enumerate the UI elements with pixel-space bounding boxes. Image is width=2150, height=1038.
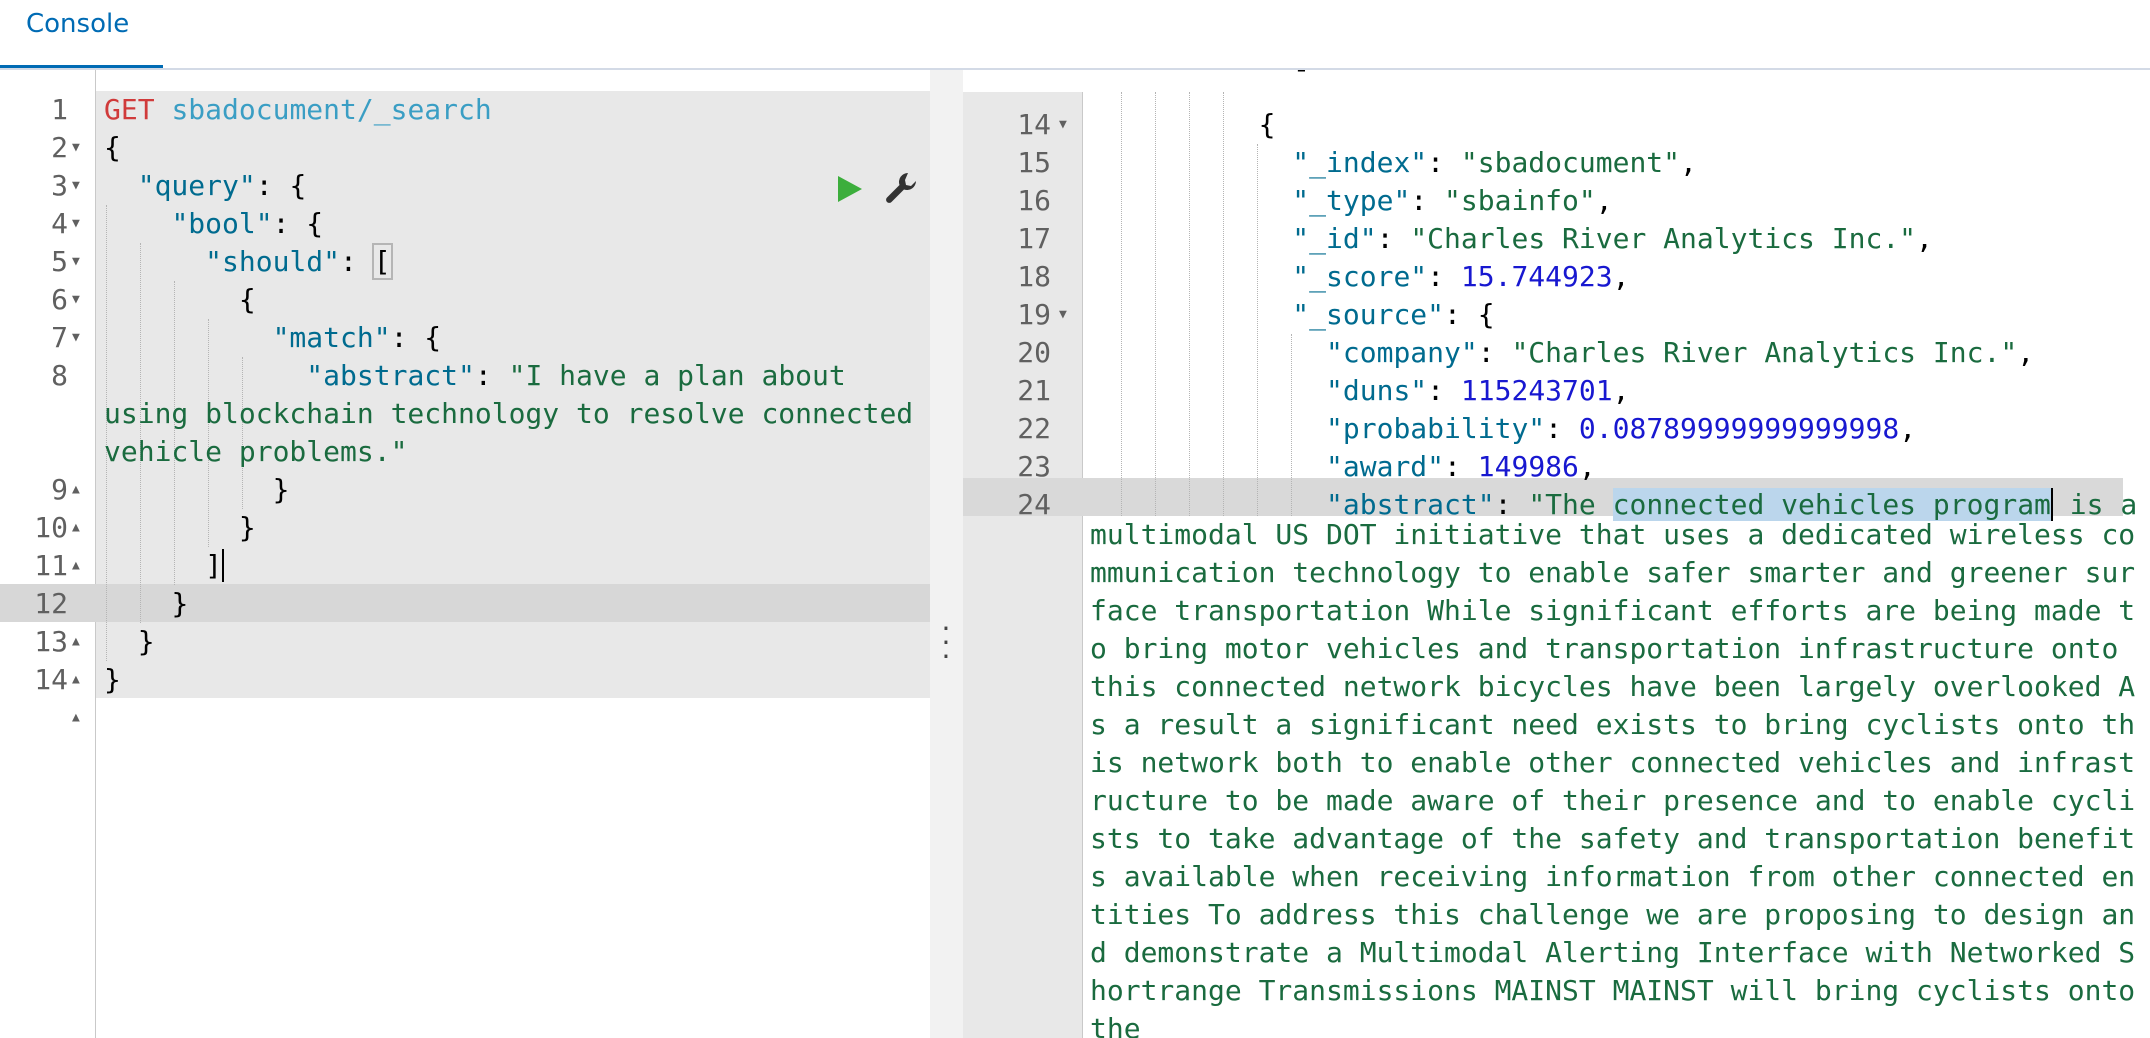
- response-line: "award": 149986,: [1326, 450, 1596, 483]
- fold-up-icon[interactable]: ▲: [72, 661, 86, 699]
- fold-down-icon[interactable]: ▼: [1059, 106, 1073, 144]
- request-editor[interactable]: 1 2 3 4 5 6 7 8 9 10 11 12 13 14 ▼ ▼ ▼ ▼…: [0, 70, 930, 1038]
- request-line-wrap: vehicle problems.": [104, 435, 408, 468]
- line-number: 9: [51, 473, 68, 506]
- line-number: 3: [51, 169, 68, 202]
- line-number: 24: [1017, 488, 1051, 521]
- request-line: {: [238, 283, 256, 316]
- request-line: }: [104, 663, 121, 696]
- line-number: 13: [34, 625, 68, 658]
- scrolled-glyph: -: [1293, 70, 1310, 88]
- response-line: "_type": "sbainfo",: [1292, 184, 1613, 217]
- line-number: 7: [51, 321, 68, 354]
- request-line: }: [238, 511, 256, 544]
- fold-down-icon[interactable]: ▼: [72, 167, 86, 205]
- line-number: 23: [1017, 450, 1051, 483]
- response-line: {: [1258, 108, 1276, 141]
- fold-up-icon[interactable]: ▲: [72, 471, 86, 509]
- line-number: 22: [1017, 412, 1051, 445]
- line-number: 10: [34, 511, 68, 544]
- response-line: "_score": 15.744923,: [1292, 260, 1630, 293]
- fold-down-icon[interactable]: ▼: [72, 243, 86, 281]
- fold-up-icon[interactable]: ▲: [72, 623, 86, 661]
- line-number: 18: [1017, 260, 1051, 293]
- tab-console[interactable]: Console: [0, 0, 163, 68]
- line-number: 21: [1017, 374, 1051, 407]
- line-number: 14: [1017, 108, 1051, 141]
- fold-down-icon[interactable]: ▼: [72, 129, 86, 167]
- kebab-icon[interactable]: · · ·: [940, 615, 952, 671]
- fold-up-icon[interactable]: ▲: [72, 699, 86, 737]
- response-line: "_id": "Charles River Analytics Inc.",: [1292, 222, 1933, 255]
- fold-down-icon[interactable]: ▼: [72, 205, 86, 243]
- request-line-wrap: using blockchain technology to resolve c…: [104, 397, 914, 430]
- line-number: 14: [34, 663, 68, 696]
- request-line: "query": {: [137, 169, 307, 202]
- request-url: sbadocument/_search: [171, 93, 492, 126]
- request-line: GET sbadocument/_search: [104, 91, 492, 129]
- line-number: 1: [51, 93, 68, 126]
- line-number: 17: [1017, 222, 1051, 255]
- request-line: {: [104, 131, 121, 164]
- response-viewer[interactable]: - 14 15 16 17 18 19 20 21 22 23 24 ▼ ▼ {…: [963, 70, 2150, 1038]
- tab-bar: Console: [0, 0, 2150, 70]
- fold-down-icon[interactable]: ▼: [72, 281, 86, 319]
- request-line: "should": [: [205, 243, 393, 280]
- response-line: "company": "Charles River Analytics Inc.…: [1326, 336, 2035, 369]
- fold-down-icon[interactable]: ▼: [1059, 296, 1073, 334]
- play-icon[interactable]: [834, 174, 864, 204]
- request-line: "bool": {: [171, 207, 324, 240]
- request-line: ]: [205, 549, 225, 582]
- response-line: "duns": 115243701,: [1326, 374, 1630, 407]
- line-number: 2: [51, 131, 68, 164]
- request-line: }: [171, 587, 189, 620]
- fold-up-icon[interactable]: ▲: [72, 509, 86, 547]
- response-line: "probability": 0.08789999999999998,: [1326, 412, 1917, 445]
- abstract-wrapped-text: multimodal US DOT initiative that uses a…: [1090, 518, 2136, 1038]
- request-line: "match": {: [272, 321, 442, 354]
- line-number: 19: [1017, 298, 1051, 331]
- line-number: 11: [34, 549, 68, 582]
- fold-down-icon[interactable]: ▼: [72, 319, 86, 357]
- line-number: 15: [1017, 146, 1051, 179]
- line-number: 16: [1017, 184, 1051, 217]
- line-number: 8: [51, 359, 68, 392]
- response-line: "_index": "sbadocument",: [1292, 146, 1697, 179]
- request-line: }: [137, 625, 155, 658]
- wrench-icon[interactable]: [884, 170, 920, 206]
- request-line: }: [272, 473, 290, 506]
- response-line: "_source": {: [1292, 298, 1495, 331]
- fold-up-icon[interactable]: ▲: [72, 547, 86, 585]
- pane-splitter[interactable]: · · ·: [930, 70, 963, 1038]
- line-number: 4: [51, 207, 68, 240]
- line-number: 6: [51, 283, 68, 316]
- line-number: 5: [51, 245, 68, 278]
- request-line: "abstract": "I have a plan about: [306, 359, 846, 392]
- line-number: 12: [34, 587, 68, 620]
- line-number: 20: [1017, 336, 1051, 369]
- http-method: GET: [104, 93, 155, 126]
